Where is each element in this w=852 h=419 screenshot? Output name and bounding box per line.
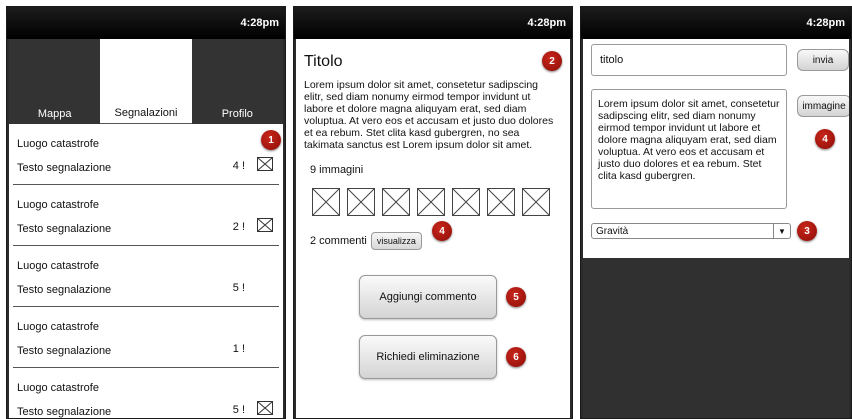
report-title: Titolo (304, 53, 343, 70)
tab-segnalazioni[interactable]: Segnalazioni (100, 39, 192, 124)
message-icon[interactable] (257, 157, 273, 171)
message-icon[interactable] (257, 401, 273, 415)
item-place: Luogo catastrofe (17, 321, 99, 333)
form-screen: titolo invia Lorem ipsum dolor sit amet,… (583, 39, 849, 418)
item-count: 1 ! (232, 343, 245, 355)
annotation-badge-4: 4 (432, 221, 452, 241)
item-text: Testo segnalazione (17, 162, 112, 174)
report-body: Lorem ipsum dolor sit amet, consetetur s… (304, 79, 554, 151)
detail-screen: Titolo 2 Lorem ipsum dolor sit amet, con… (296, 39, 570, 418)
list-item[interactable]: Luogo catastrofe Testo segnalazione 1 ! (13, 307, 279, 368)
badge-number: 5 (513, 291, 519, 303)
screen-report-detail: 4:28pm Titolo 2 Lorem ipsum dolor sit am… (293, 6, 573, 419)
tab-bar: Mappa Segnalazioni Profilo (9, 39, 283, 124)
image-placeholder-icon[interactable] (522, 188, 550, 216)
view-comments-button[interactable]: visualizza (370, 232, 422, 250)
request-deletion-button[interactable]: Richiedi eliminazione (359, 335, 497, 379)
image-placeholder-icon[interactable] (312, 188, 340, 216)
tab-profilo[interactable]: Profilo (191, 39, 283, 124)
list-item[interactable]: Luogo catastrofe Testo segnalazione 5 ! (13, 368, 279, 418)
annotation-badge-2: 2 (542, 51, 562, 71)
empty-dark-area (583, 258, 849, 418)
annotation-badge-4: 4 (815, 129, 835, 149)
item-text: Testo segnalazione (17, 284, 112, 296)
image-placeholder-icon[interactable] (487, 188, 515, 216)
item-text: Testo segnalazione (17, 345, 112, 357)
severity-value: Gravità (596, 225, 629, 237)
annotation-badge-6: 6 (506, 347, 526, 367)
badge-number: 4 (439, 225, 445, 237)
reports-screen: Mappa Segnalazioni Profilo Luogo catastr… (9, 39, 283, 418)
status-bar: 4:28pm (7, 7, 285, 39)
screen-reports-list: 4:28pm Mappa Segnalazioni Profilo Luogo … (6, 6, 286, 419)
comments-count: 2 commenti (310, 235, 367, 247)
tab-label: Segnalazioni (114, 107, 178, 119)
annotation-badge-1: 1 (261, 130, 281, 150)
item-place: Luogo catastrofe (17, 199, 99, 211)
image-placeholder-icon[interactable] (417, 188, 445, 216)
reports-list: Luogo catastrofe Testo segnalazione 4 ! … (9, 124, 283, 418)
item-count: 5 ! (232, 282, 245, 294)
item-text: Testo segnalazione (17, 406, 112, 418)
tab-label: Mappa (37, 108, 72, 120)
badge-number: 6 (513, 351, 519, 363)
status-time: 4:28pm (527, 17, 566, 29)
item-place: Luogo catastrofe (17, 382, 99, 394)
status-time: 4:28pm (240, 17, 279, 29)
image-thumbnails (312, 188, 550, 216)
screen-new-report: 4:28pm titolo invia Lorem ipsum dolor si… (580, 6, 852, 419)
tab-mappa[interactable]: Mappa (9, 39, 101, 124)
badge-number: 1 (268, 134, 274, 146)
body-textarea[interactable]: Lorem ipsum dolor sit amet, consetetur s… (591, 89, 787, 209)
severity-select[interactable]: Gravità ▼ (591, 223, 791, 239)
item-count: 5 ! (232, 404, 245, 416)
list-item[interactable]: Luogo catastrofe Testo segnalazione 2 ! (13, 185, 279, 246)
add-comment-button[interactable]: Aggiungi commento (359, 275, 497, 319)
list-item[interactable]: Luogo catastrofe Testo segnalazione 5 ! (13, 246, 279, 307)
badge-number: 2 (549, 55, 555, 67)
message-icon[interactable] (257, 218, 273, 232)
chevron-down-icon: ▼ (773, 224, 790, 238)
image-placeholder-icon[interactable] (347, 188, 375, 216)
add-image-button[interactable]: immagine (797, 95, 849, 117)
annotation-badge-3: 3 (797, 221, 817, 241)
title-input[interactable]: titolo (591, 44, 787, 76)
annotation-badge-5: 5 (506, 287, 526, 307)
comments-row: 2 commenti visualizza (310, 232, 422, 250)
list-item[interactable]: Luogo catastrofe Testo segnalazione 4 ! … (13, 124, 281, 185)
badge-number: 3 (804, 225, 810, 237)
item-place: Luogo catastrofe (17, 260, 99, 272)
tab-label: Profilo (221, 108, 253, 120)
status-bar: 4:28pm (581, 7, 851, 39)
image-placeholder-icon[interactable] (382, 188, 410, 216)
item-text: Testo segnalazione (17, 223, 112, 235)
send-button[interactable]: invia (797, 49, 849, 71)
item-place: Luogo catastrofe (17, 138, 99, 150)
status-time: 4:28pm (806, 17, 845, 29)
status-bar: 4:28pm (294, 7, 572, 39)
badge-number: 4 (822, 133, 828, 145)
image-count: 9 immagini (310, 164, 364, 176)
image-placeholder-icon[interactable] (452, 188, 480, 216)
item-count: 4 ! (232, 160, 245, 172)
item-count: 2 ! (232, 221, 245, 233)
